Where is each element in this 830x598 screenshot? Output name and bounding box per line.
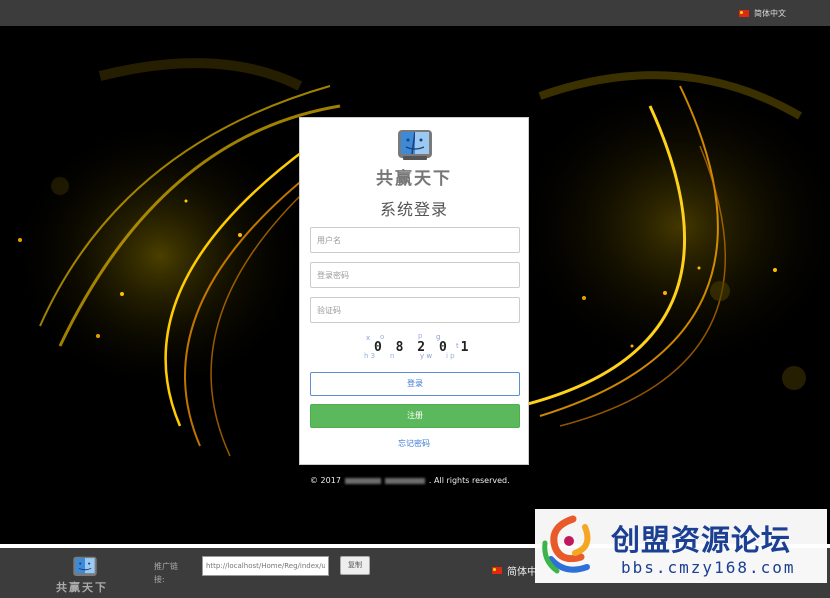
redacted-name (344, 477, 381, 484)
redacted-name (384, 477, 425, 484)
password-input[interactable] (310, 262, 520, 288)
china-flag-icon (492, 567, 502, 574)
captcha-text: 0 8 2 0 1 (374, 340, 470, 355)
language-switcher[interactable]: 简体中文 (739, 8, 786, 19)
copy-link-button[interactable]: 复制 (340, 556, 370, 575)
svg-text:x: x (366, 334, 370, 342)
page-title: 系统登录 (379, 200, 448, 219)
promo-link-field[interactable] (202, 556, 329, 576)
footer-language-label: 简体中 (507, 567, 537, 578)
language-label: 简体中文 (754, 9, 786, 18)
top-bar: 简体中文 (0, 0, 830, 26)
promo-link-label: 推广链接: (154, 562, 178, 584)
forgot-password-link[interactable]: 忘记密码 (300, 438, 528, 449)
username-input[interactable] (310, 227, 520, 253)
china-flag-icon (739, 10, 749, 17)
swirl-logo-icon (542, 515, 591, 574)
captcha-input[interactable] (310, 297, 520, 323)
forum-watermark: 创盟资源论坛 bbs.cmzy168.com (535, 509, 827, 583)
svg-text:p: p (418, 332, 423, 340)
login-card: 共赢天下 系统登录 x o p g h 3 n y w i p t 0 8 2 … (299, 117, 529, 465)
footer-language-switcher[interactable]: 简体中 (492, 563, 537, 578)
watermark-title: 创盟资源论坛 (611, 523, 792, 557)
captcha-image[interactable]: x o p g h 3 n y w i p t 0 8 2 0 1 (360, 330, 470, 360)
watermark-url: bbs.cmzy168.com (621, 558, 796, 577)
login-button[interactable]: 登录 (310, 372, 520, 396)
copyright-suffix: . All rights reserved. (428, 476, 510, 485)
brand-logo-text: 共赢天下 (376, 169, 452, 189)
copyright-year: © 2017 (310, 476, 341, 485)
register-button[interactable]: 注册 (310, 404, 520, 428)
footer-brand-text: 共赢天下 (56, 581, 108, 594)
finder-logo-icon (398, 130, 432, 160)
copyright-notice: © 2017 . All rights reserved. (310, 476, 510, 485)
finder-logo-icon (73, 556, 97, 576)
